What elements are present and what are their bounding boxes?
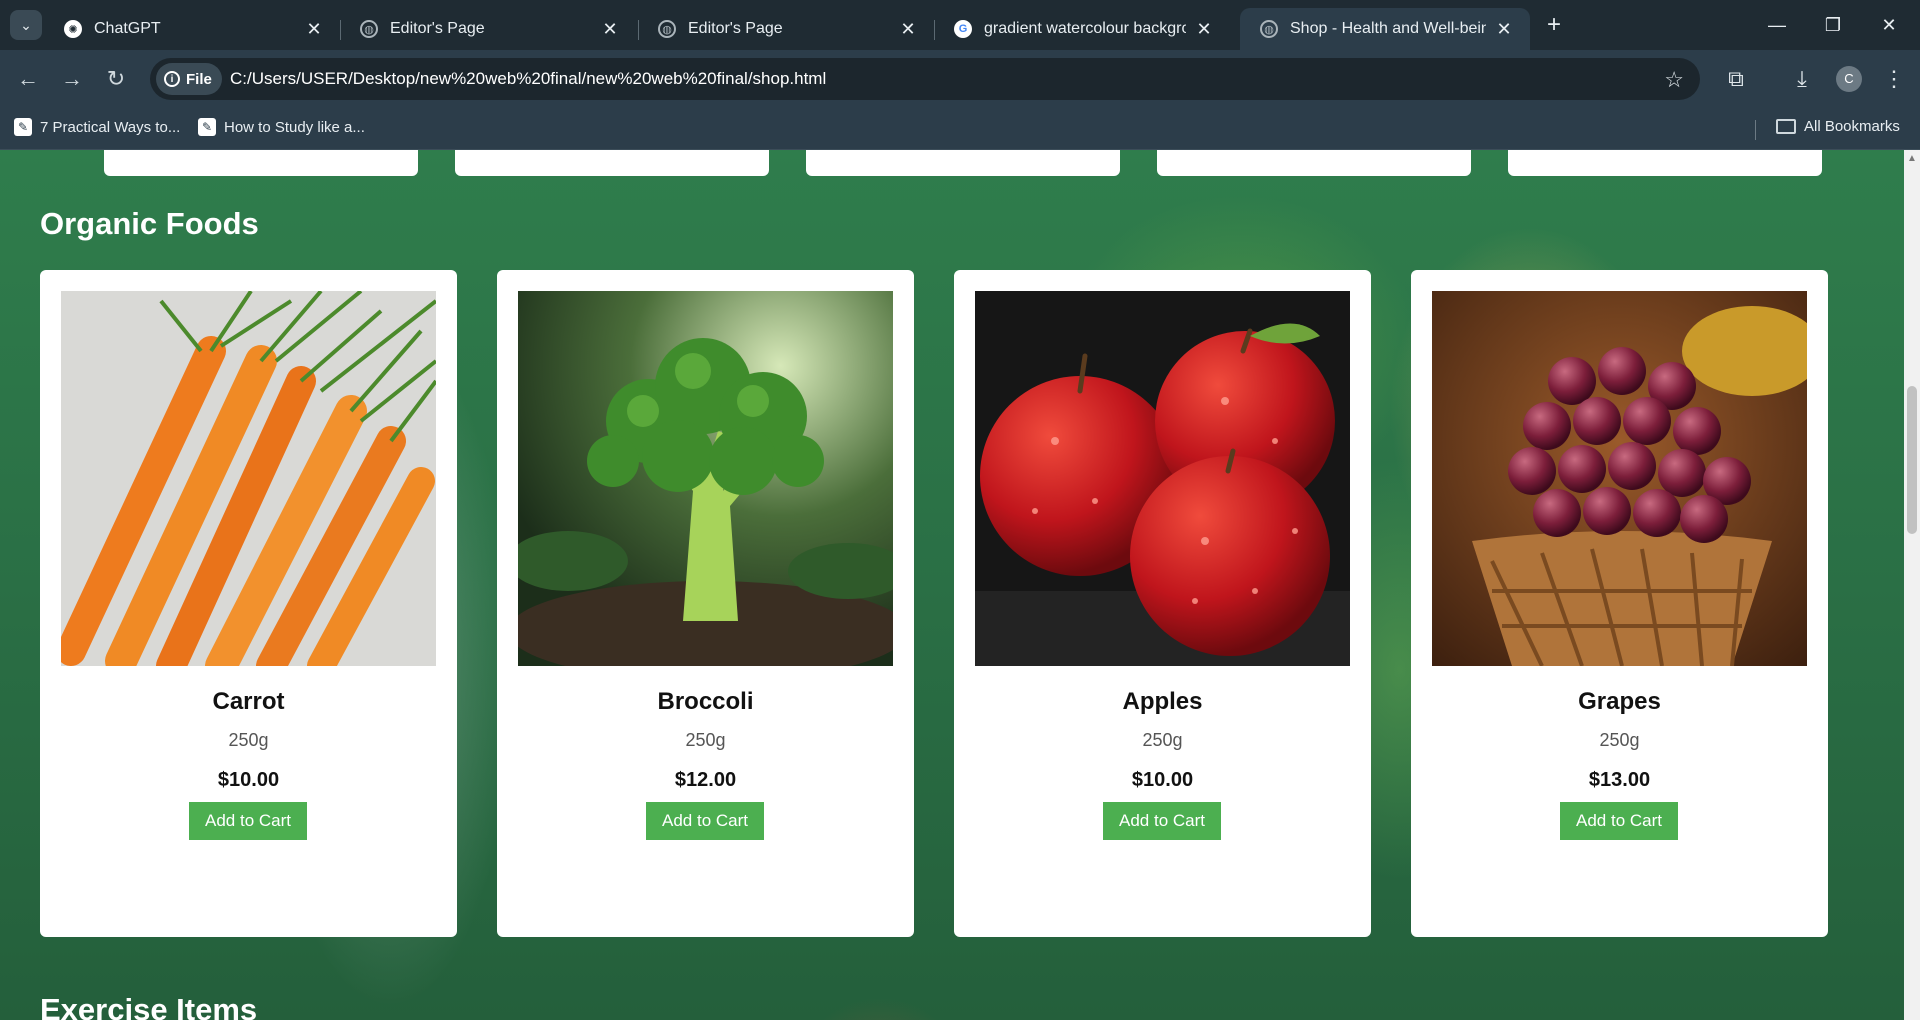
broccoli-image[interactable] <box>518 291 893 666</box>
section-title-organic-foods: Organic Foods <box>40 206 259 241</box>
forward-button[interactable]: → <box>56 63 88 95</box>
folder-icon <box>1776 119 1796 134</box>
globe-icon: ◍ <box>658 20 676 38</box>
chatgpt-icon: ✺ <box>64 20 82 38</box>
carrot-image[interactable] <box>61 291 436 666</box>
product-weight: 250g <box>1142 730 1183 750</box>
page-viewport: Organic Foods Carrot 250g $10.00 Add to … <box>0 150 1904 1020</box>
close-icon[interactable]: ✕ <box>600 19 620 40</box>
globe-icon: ◍ <box>360 20 378 38</box>
menu-icon[interactable]: ⋮ <box>1878 63 1910 95</box>
download-icon[interactable]: ⤓ <box>1786 63 1818 95</box>
scroll-up-icon[interactable]: ▲ <box>1907 154 1917 164</box>
scrollbar-thumb[interactable] <box>1907 386 1917 534</box>
previous-section-card <box>104 150 418 176</box>
reload-button[interactable]: ↻ <box>100 63 132 95</box>
new-tab-button[interactable]: + <box>1538 12 1570 40</box>
bookmarks-bar: ✎ 7 Practical Ways to... ✎ How to Study … <box>0 108 1920 150</box>
previous-section-card <box>1508 150 1822 176</box>
navigation-toolbar: ← → ↻ i File C:/Users/USER/Desktop/new%2… <box>0 50 1920 108</box>
apples-image[interactable] <box>975 291 1350 666</box>
bookmarks-divider <box>1755 120 1756 140</box>
bookmark-favicon-icon: ✎ <box>14 118 32 136</box>
product-card-carrot: Carrot 250g $10.00 Add to Cart <box>40 270 457 937</box>
bookmark-star-icon[interactable]: ☆ <box>1664 67 1684 93</box>
section-title-exercise-items: Exercise Items <box>40 992 258 1020</box>
all-bookmarks-button[interactable]: All Bookmarks <box>1776 118 1900 135</box>
page-scrollbar[interactable]: ▲ <box>1904 150 1920 1020</box>
product-card-grapes: Grapes 250g $13.00 Add to Cart <box>1411 270 1828 937</box>
product-card-broccoli: Broccoli 250g $12.00 Add to Cart <box>497 270 914 937</box>
tab-editors-page-1[interactable]: ◍ Editor's Page ✕ <box>340 8 636 50</box>
tab-title: ChatGPT <box>94 20 161 37</box>
profile-avatar[interactable]: C <box>1836 66 1862 92</box>
close-icon[interactable]: ✕ <box>1494 19 1514 40</box>
bookmark-item[interactable]: ✎ How to Study like a... <box>198 118 365 136</box>
address-bar[interactable]: i File C:/Users/USER/Desktop/new%20web%2… <box>150 58 1700 100</box>
product-name: Apples <box>1122 688 1203 715</box>
previous-section-card <box>806 150 1120 176</box>
tab-title: gradient watercolour backgrour <box>984 20 1186 37</box>
tab-chatgpt[interactable]: ✺ ChatGPT ✕ <box>44 8 340 50</box>
tab-strip: ⌄ ✺ ChatGPT ✕ ◍ Editor's Page ✕ ◍ Editor… <box>0 0 1920 50</box>
product-weight: 250g <box>228 730 269 750</box>
google-icon: G <box>954 20 972 38</box>
info-icon: i <box>164 71 180 87</box>
close-window-button[interactable]: ✕ <box>1864 8 1914 42</box>
product-price: $10.00 <box>1131 769 1194 791</box>
grapes-image[interactable] <box>1432 291 1807 666</box>
add-to-cart-button[interactable]: Add to Cart <box>189 802 307 840</box>
close-icon[interactable]: ✕ <box>1194 19 1214 40</box>
globe-icon: ◍ <box>1260 20 1278 38</box>
site-info-chip[interactable]: i File <box>156 63 222 95</box>
bookmark-label: 7 Practical Ways to... <box>40 118 181 136</box>
product-weight: 250g <box>685 730 726 750</box>
all-bookmarks-label: All Bookmarks <box>1804 118 1900 135</box>
tab-title: Shop - Health and Well-being <box>1290 20 1486 37</box>
product-name: Grapes <box>1578 688 1661 715</box>
tab-editors-page-2[interactable]: ◍ Editor's Page ✕ <box>638 8 934 50</box>
product-price: $12.00 <box>674 769 737 791</box>
add-to-cart-button[interactable]: Add to Cart <box>1103 802 1221 840</box>
close-icon[interactable]: ✕ <box>304 19 324 40</box>
back-button[interactable]: ← <box>12 63 44 95</box>
add-to-cart-button[interactable]: Add to Cart <box>646 802 764 840</box>
minimize-button[interactable]: — <box>1752 8 1802 42</box>
url-text[interactable]: C:/Users/USER/Desktop/new%20web%20final/… <box>230 69 826 89</box>
previous-section-card <box>1157 150 1471 176</box>
add-to-cart-button[interactable]: Add to Cart <box>1560 802 1678 840</box>
extensions-icon[interactable]: ⧉ <box>1720 63 1752 95</box>
previous-section-card <box>455 150 769 176</box>
product-price: $10.00 <box>217 769 280 791</box>
tab-google-search[interactable]: G gradient watercolour backgrour ✕ <box>934 8 1230 50</box>
product-card-apples: Apples 250g $10.00 Add to Cart <box>954 270 1371 937</box>
tab-title: Editor's Page <box>390 20 485 37</box>
site-info-label: File <box>186 70 212 88</box>
restore-button[interactable]: ❐ <box>1808 8 1858 42</box>
product-price: $13.00 <box>1588 769 1651 791</box>
tab-search-button[interactable]: ⌄ <box>10 10 42 40</box>
product-weight: 250g <box>1599 730 1640 750</box>
bookmark-item[interactable]: ✎ 7 Practical Ways to... <box>14 118 180 136</box>
bookmark-label: How to Study like a... <box>224 118 365 136</box>
close-icon[interactable]: ✕ <box>898 19 918 40</box>
product-name: Broccoli <box>657 688 754 715</box>
tab-title: Editor's Page <box>688 20 783 37</box>
chevron-down-icon: ⌄ <box>20 16 32 33</box>
tab-shop[interactable]: ◍ Shop - Health and Well-being ✕ <box>1240 8 1530 50</box>
product-name: Carrot <box>212 688 285 715</box>
bookmark-favicon-icon: ✎ <box>198 118 216 136</box>
